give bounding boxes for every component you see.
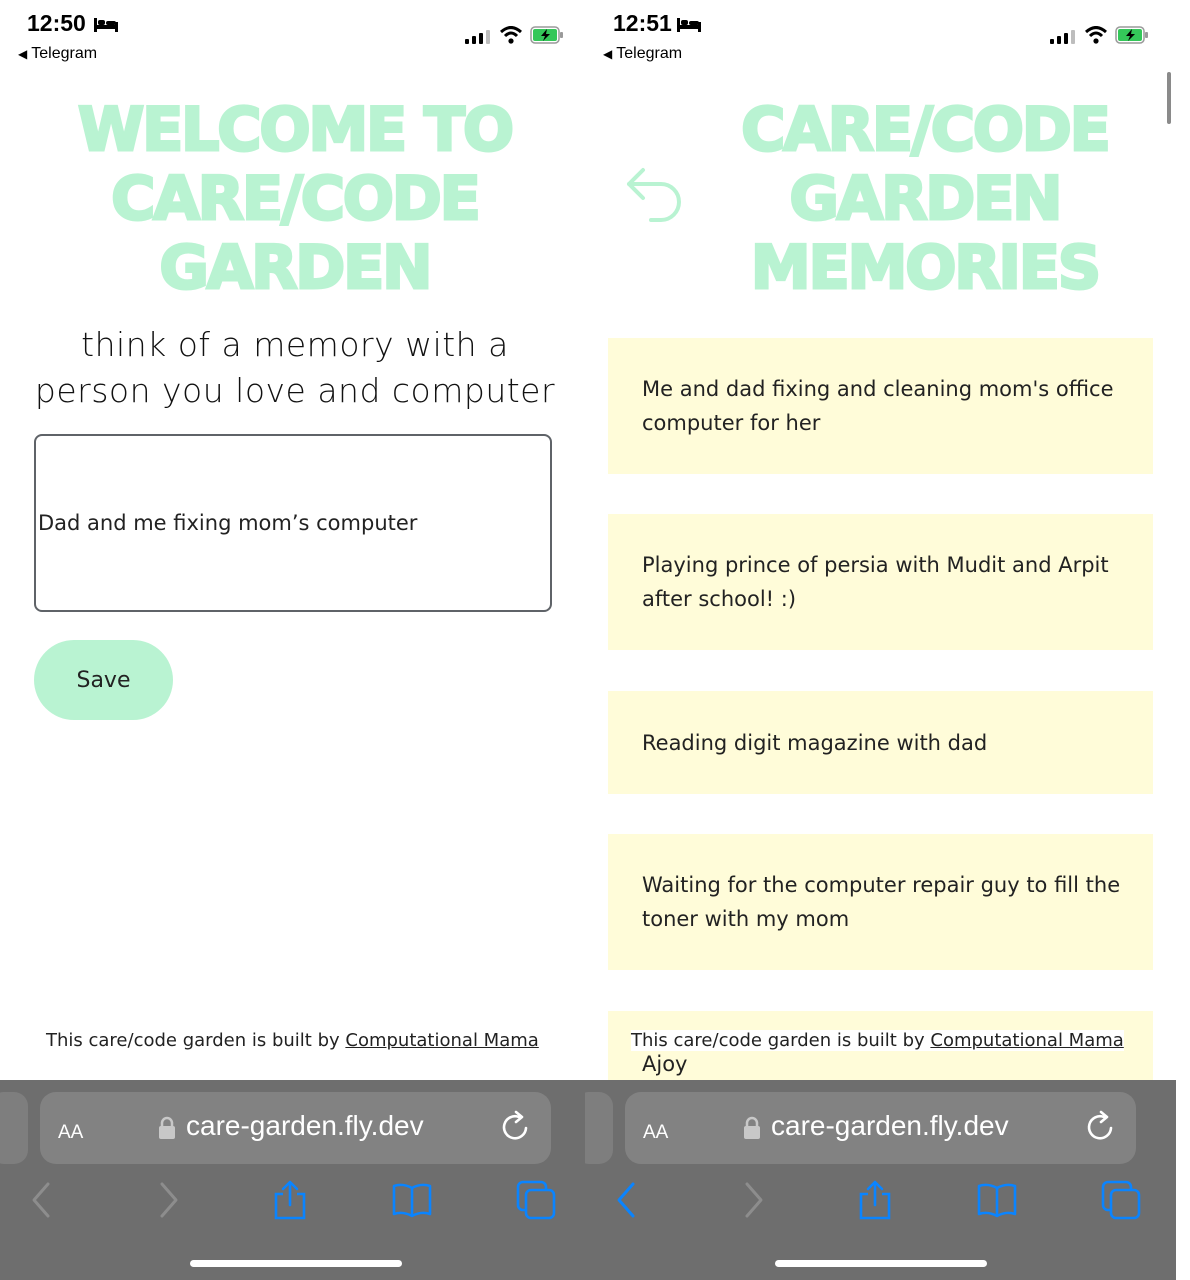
forward-icon[interactable] [733, 1180, 773, 1220]
memory-card: Waiting for the computer repair guy to f… [608, 834, 1153, 970]
forward-icon[interactable] [148, 1180, 188, 1220]
memory-card: Me and dad fixing and cleaning mom's off… [608, 338, 1153, 474]
screenshot-gutter [1176, 0, 1190, 1280]
bookmarks-icon[interactable] [392, 1180, 432, 1220]
memory-card: Reading digit magazine with dad [608, 691, 1153, 794]
tabs-icon[interactable] [1101, 1180, 1141, 1220]
signal-icon [465, 30, 490, 44]
battery-icon [530, 26, 563, 44]
page-title: WELCOME TO CARE/CODE GARDEN [77, 94, 516, 304]
back-app-label: Telegram [616, 45, 683, 62]
status-time: 12:51 [613, 10, 672, 36]
memory-text: Reading digit magazine with dad [642, 730, 988, 755]
footer: This care/code garden is built by Comput… [46, 1030, 539, 1051]
memory-input[interactable]: Dad and me fixing mom’s computer [34, 434, 552, 612]
status-time: 12:50 [27, 10, 86, 36]
phone-screen-welcome: 12:50 ◀ Telegram WELCOME TO CARE/CODE GAR… [0, 0, 585, 1280]
address-bar[interactable]: AA care-garden.fly.dev [40, 1092, 551, 1164]
home-indicator[interactable] [775, 1260, 987, 1267]
url-text: care-garden.fly.dev [771, 1110, 1009, 1141]
footer-text: This care/code garden is built by [631, 1030, 931, 1051]
back-to-telegram[interactable]: ◀ Telegram [603, 45, 682, 63]
aa-label: AA [58, 1122, 84, 1143]
footer-text: This care/code garden is built by [46, 1030, 346, 1051]
tabs-icon[interactable] [516, 1180, 556, 1220]
reader-options-button[interactable]: AA [58, 1114, 83, 1145]
reload-icon[interactable] [500, 1110, 532, 1144]
save-button[interactable]: Save [34, 640, 173, 720]
bed-icon [677, 18, 701, 32]
page-title: CARE/CODE GARDEN MEMORIES [740, 94, 1112, 304]
signal-icon [1050, 30, 1075, 44]
previous-tab-peek[interactable] [585, 1092, 613, 1164]
back-app-label: Telegram [31, 45, 98, 62]
previous-tab-peek[interactable] [0, 1092, 28, 1164]
share-icon[interactable] [270, 1180, 310, 1220]
memory-card: Playing prince of persia with Mudit and … [608, 514, 1153, 650]
memory-input-value: Dad and me fixing mom’s computer [38, 511, 418, 535]
safari-toolbar: AA care-garden.fly.dev [585, 1080, 1176, 1280]
wifi-icon [1085, 26, 1107, 44]
back-icon[interactable] [607, 1180, 647, 1220]
back-to-telegram[interactable]: ◀ Telegram [18, 45, 97, 63]
battery-icon [1115, 26, 1148, 44]
share-icon[interactable] [855, 1180, 895, 1220]
reader-options-button[interactable]: AA [643, 1114, 668, 1145]
memory-text: Waiting for the computer repair guy to f… [642, 873, 1121, 931]
memory-prompt: think of a memory with a person you love… [34, 325, 556, 410]
memory-text: Ajoy [642, 1052, 688, 1076]
memory-text: Me and dad fixing and cleaning mom's off… [642, 377, 1114, 435]
back-icon[interactable] [22, 1180, 62, 1220]
bookmarks-icon[interactable] [977, 1180, 1017, 1220]
footer-link[interactable]: Computational Mama [930, 1030, 1123, 1051]
footer: This care/code garden is built by Comput… [631, 1030, 1124, 1051]
phone-screen-memories: 12:51 ◀ Telegram CARE/CODE GARDEN MEMORIE… [585, 0, 1176, 1280]
lock-icon [744, 1116, 760, 1139]
undo-icon[interactable] [623, 164, 687, 228]
url-text: care-garden.fly.dev [186, 1110, 424, 1141]
wifi-icon [500, 26, 522, 44]
reload-icon[interactable] [1085, 1110, 1117, 1144]
safari-toolbar: AA care-garden.fly.dev [0, 1080, 585, 1280]
memory-text: Playing prince of persia with Mudit and … [642, 553, 1109, 611]
scrollbar-thumb[interactable] [1167, 72, 1171, 124]
address-bar[interactable]: AA care-garden.fly.dev [625, 1092, 1136, 1164]
lock-icon [159, 1116, 175, 1139]
aa-label: AA [643, 1122, 669, 1143]
bed-icon [94, 18, 118, 32]
home-indicator[interactable] [190, 1260, 402, 1267]
footer-link[interactable]: Computational Mama [345, 1030, 538, 1051]
